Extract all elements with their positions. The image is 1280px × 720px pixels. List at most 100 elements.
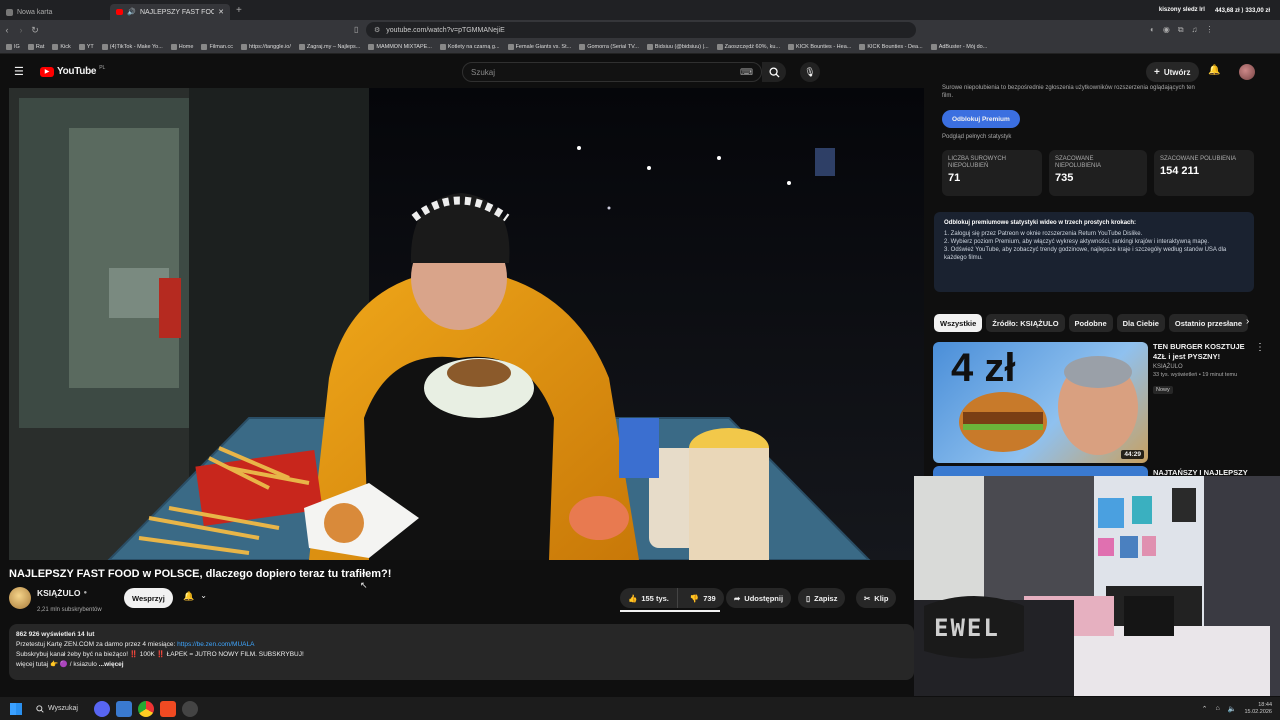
- bookmark-item[interactable]: YT: [78, 43, 94, 50]
- full-stats-link[interactable]: Podgląd pełnych statystyk: [942, 134, 1011, 140]
- keyboard-icon[interactable]: ⌨: [740, 67, 753, 78]
- save-button[interactable]: ▯ Zapisz: [798, 588, 846, 608]
- app-icon[interactable]: [115, 700, 132, 717]
- channel-name[interactable]: KSIĄŻULO: [37, 588, 80, 598]
- dislike-button[interactable]: 👎 739: [682, 588, 724, 608]
- premium-title: Odblokuj premiumowe statystyki wideo w t…: [944, 220, 1137, 226]
- search-input[interactable]: Szukaj ⌨: [462, 62, 762, 82]
- reload-icon[interactable]: ↻: [28, 25, 42, 36]
- stat-estimated-likes: SZACOWANE POLUBIENIA 154 211: [1154, 150, 1254, 196]
- new-badge: Nowy: [1153, 386, 1173, 394]
- chevron-up-icon[interactable]: ⌃: [1202, 705, 1208, 713]
- chip-all[interactable]: Wszystkie: [934, 314, 983, 332]
- clip-button[interactable]: ✂ Klip: [856, 588, 897, 608]
- bookmark-favicon-icon: [439, 43, 446, 50]
- bookmark-label: AdBuster - Mój do...: [938, 43, 988, 50]
- recommended-title[interactable]: TEN BURGER KOSZTUJE 4ZŁ i jest PYSZNY!: [1153, 342, 1253, 362]
- search-button[interactable]: [762, 62, 786, 82]
- site-info-icon[interactable]: ⚙: [374, 26, 380, 34]
- bookmark-item[interactable]: AdBuster - Mój do...: [930, 43, 988, 50]
- video-description[interactable]: 862 926 wyświetleń 14 lut Przetestuj Kar…: [9, 624, 914, 680]
- recommended-video[interactable]: 4 zł 44:29 TEN BURGER KOSZTUJE 4ZŁ i jes…: [933, 342, 1268, 466]
- plus-icon: +: [1154, 66, 1160, 78]
- windows-start-icon[interactable]: [10, 702, 22, 715]
- bookmark-item[interactable]: https://tanggle.io/: [240, 43, 291, 50]
- network-icon[interactable]: ⌂: [1216, 705, 1220, 712]
- bookmark-favicon-icon: [579, 43, 586, 50]
- bookmark-favicon-icon: [298, 43, 305, 50]
- chrome-icon[interactable]: [137, 700, 154, 717]
- taskbar-search[interactable]: Wyszukaj: [36, 704, 78, 713]
- bookmark-item[interactable]: (4)TikTok - Make Yo...: [101, 43, 163, 50]
- bookmark-item[interactable]: IG: [6, 43, 20, 50]
- bookmark-item[interactable]: Kick: [52, 43, 71, 50]
- brave-icon[interactable]: [159, 700, 176, 717]
- share-button[interactable]: ➦ Udostępnij: [726, 588, 792, 608]
- desc-link[interactable]: https://be.zen.com/MUALA: [177, 641, 254, 648]
- clock-time[interactable]: 18:44: [1258, 702, 1272, 709]
- bookmark-item[interactable]: Rat: [27, 43, 44, 50]
- recommended-channel[interactable]: KSIĄŻULO: [1153, 364, 1253, 370]
- video-thumbnail[interactable]: 4 zł 44:29: [933, 342, 1148, 463]
- system-tray: ⌃ ⌂ 🔈 18:44 15.02.2026: [1202, 702, 1280, 716]
- create-label: Utwórz: [1163, 67, 1191, 77]
- back-icon[interactable]: ‹: [0, 25, 14, 35]
- bookmark-favicon-icon: [170, 43, 177, 50]
- menu-icon[interactable]: ⋮: [1206, 25, 1214, 35]
- unlock-premium-button[interactable]: Odblokuj Premium: [942, 110, 1020, 128]
- bookmarks-bar: IG Rat Kick YT (4)TikTok - Make Yo... Home Fil…: [0, 40, 1280, 54]
- support-button[interactable]: Wesprzyj: [124, 588, 173, 608]
- channel-avatar[interactable]: [9, 587, 31, 609]
- discord-icon[interactable]: [93, 700, 110, 717]
- volume-icon[interactable]: 🔈: [1228, 705, 1237, 713]
- bookmark-item[interactable]: Gomorra (Serial TV...: [579, 43, 639, 50]
- chevron-right-icon[interactable]: ›: [1246, 316, 1249, 327]
- bookmark-item[interactable]: KICK Bounties - Dea...: [859, 43, 923, 50]
- bookmark-item[interactable]: Zagraj.my – Najleps...: [298, 43, 360, 50]
- create-button[interactable]: + Utwórz: [1146, 62, 1199, 82]
- premium-step: 3. Odśwież YouTube, aby zobaczyć trendy …: [944, 247, 1227, 261]
- notification-toggle[interactable]: 🔔 ⌄: [183, 591, 207, 602]
- forward-icon[interactable]: ›: [14, 25, 28, 35]
- hamburger-menu-icon[interactable]: ☰: [14, 65, 24, 78]
- close-icon[interactable]: ✕: [218, 8, 224, 16]
- chip-for-you[interactable]: Dla Ciebie: [1116, 314, 1165, 332]
- address-bar[interactable]: ⚙ youtube.com/watch?v=pTGMMANejiE: [366, 22, 916, 38]
- puzzle-icon[interactable]: ⧉: [1178, 25, 1184, 35]
- obs-icon[interactable]: [181, 700, 198, 717]
- url-text: youtube.com/watch?v=pTGMMANejiE: [386, 26, 505, 34]
- bookmark-star-icon[interactable]: ▯: [354, 25, 358, 34]
- bookmark-item[interactable]: Zaoszczędź 60%, ku...: [716, 43, 780, 50]
- chip-recent[interactable]: Ostatnio przesłane: [1168, 314, 1248, 332]
- step-text: Odśwież YouTube, aby zobaczyć trendy god…: [944, 247, 1227, 261]
- bookmark-item[interactable]: KICK Bounties - Hea...: [788, 43, 851, 50]
- bookmark-item[interactable]: Filman.cc: [201, 43, 233, 50]
- chip-similar[interactable]: Podobne: [1068, 314, 1113, 332]
- show-more-link[interactable]: ...więcej: [99, 661, 124, 668]
- new-tab-button[interactable]: +: [236, 5, 242, 16]
- bookmark-item[interactable]: MAMMON MIXTAPE...: [368, 43, 432, 50]
- chip-source[interactable]: Źródło: KSIĄŻULO: [986, 314, 1065, 332]
- chip-label: Ostatnio przesłane: [1174, 318, 1242, 328]
- media-icon[interactable]: ♫: [1192, 25, 1198, 35]
- stat-estimated-dislikes: SZACOWANE NIEPOLUBIENIA 735: [1049, 150, 1147, 196]
- notifications-bell-icon[interactable]: 🔔: [1208, 65, 1220, 76]
- bookmark-item[interactable]: Home: [170, 43, 193, 50]
- like-button[interactable]: 👍 155 tys.: [620, 588, 678, 608]
- voice-search-button[interactable]: 🎙: [800, 62, 820, 82]
- bookmark-item[interactable]: Female Giants vs. St...: [507, 43, 571, 50]
- video-player[interactable]: [9, 88, 924, 560]
- clock-date[interactable]: 15.02.2026: [1244, 709, 1272, 716]
- bookmark-item[interactable]: Kotlety na czarną g...: [439, 43, 500, 50]
- extension-icon[interactable]: ◐: [1150, 25, 1155, 35]
- tab-new-tab[interactable]: Nowa karta: [0, 4, 110, 20]
- webcam-frame: [914, 476, 1280, 696]
- avatar[interactable]: [1239, 64, 1255, 80]
- tab-youtube-video[interactable]: 🔊 NAJLEPSZY FAST FOOD w PO ✕: [110, 4, 230, 20]
- extension-icon[interactable]: ◉: [1163, 25, 1170, 35]
- bookmark-item[interactable]: Bidsiuu (@bidsiuu) |...: [646, 43, 709, 50]
- more-options-icon[interactable]: ⋮: [1255, 342, 1265, 353]
- youtube-logo[interactable]: ▶ YouTube PL: [40, 65, 105, 77]
- taskbar-search-label: Wyszukaj: [48, 705, 78, 712]
- video-duration: 44:29: [1121, 450, 1144, 459]
